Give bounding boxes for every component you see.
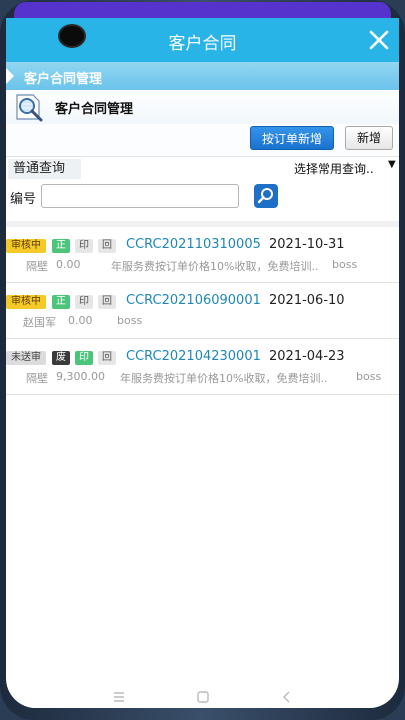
contract-row[interactable]: 审核中 正 印 回 CCRC202106090001 2021-06-10 赵国… xyxy=(6,283,399,339)
contract-code[interactable]: CCRC202104230001 xyxy=(126,349,261,364)
app-screen: 客户合同 客户合同管理 客户合同管理 按订单新增 新增 普通查询 选择常用查询.… xyxy=(6,18,399,708)
dropdown-arrow-icon[interactable]: ▼ xyxy=(388,159,396,170)
return-badge: 回 xyxy=(98,239,116,253)
module-title: 客户合同管理 xyxy=(55,102,134,117)
search-input[interactable] xyxy=(41,184,239,208)
close-icon[interactable] xyxy=(367,28,391,52)
query-bar: 普通查询 选择常用查询.. ▼ xyxy=(6,156,399,181)
contract-row[interactable]: 未送审 废 印 回 CCRC202104230001 2021-04-23 隔壁… xyxy=(6,339,399,395)
menu-icon[interactable] xyxy=(112,690,126,704)
contract-magnifier-icon xyxy=(16,94,43,122)
action-toolbar: 按订单新增 新增 xyxy=(6,124,399,154)
search-row: 编号 xyxy=(6,180,399,220)
system-nav-bar xyxy=(6,686,399,708)
breadcrumb: 客户合同管理 xyxy=(6,62,399,90)
add-button[interactable]: 新增 xyxy=(345,126,393,150)
return-badge: 回 xyxy=(98,295,116,309)
type-badge: 正 xyxy=(52,239,70,253)
contract-owner: boss xyxy=(332,258,358,271)
type-badge: 正 xyxy=(52,295,70,309)
search-label: 编号 xyxy=(10,192,37,207)
breadcrumb-label: 客户合同管理 xyxy=(24,72,103,87)
contract-amount: 0.00 xyxy=(56,258,81,271)
status-badge: 审核中 xyxy=(6,239,46,253)
contract-date: 2021-06-10 xyxy=(269,293,345,308)
status-badge: 未送审 xyxy=(6,351,46,365)
contract-description: 年服务费按订单价格10%收取，免费培训.. xyxy=(120,372,328,385)
tab-normal-query[interactable]: 普通查询 xyxy=(8,159,81,179)
contract-owner: boss xyxy=(117,314,143,327)
saved-query-select[interactable]: 选择常用查询.. xyxy=(294,160,374,177)
customer-name: 隔壁 xyxy=(26,260,48,273)
contract-list: 审核中 正 印 回 CCRC202110310005 2021-10-31 隔壁… xyxy=(6,227,399,395)
front-camera xyxy=(58,24,86,48)
print-badge: 印 xyxy=(75,351,93,365)
type-badge: 废 xyxy=(52,351,70,365)
print-badge: 印 xyxy=(75,239,93,253)
contract-date: 2021-04-23 xyxy=(269,349,345,364)
print-badge: 印 xyxy=(75,295,93,309)
contract-row[interactable]: 审核中 正 印 回 CCRC202110310005 2021-10-31 隔壁… xyxy=(6,227,399,283)
back-icon[interactable] xyxy=(280,690,294,704)
status-bar xyxy=(14,2,391,18)
contract-code[interactable]: CCRC202110310005 xyxy=(126,237,261,252)
contract-amount: 9,300.00 xyxy=(56,370,105,383)
return-badge: 回 xyxy=(98,351,116,365)
add-by-order-button[interactable]: 按订单新增 xyxy=(250,126,334,150)
customer-name: 赵国军 xyxy=(23,316,56,329)
home-icon[interactable] xyxy=(196,690,210,704)
contract-code[interactable]: CCRC202106090001 xyxy=(126,293,261,308)
contract-owner: boss xyxy=(356,370,382,383)
contract-description: 年服务费按订单价格10%收取，免费培训.. xyxy=(111,260,319,273)
module-header: 客户合同管理 xyxy=(6,90,399,124)
contract-date: 2021-10-31 xyxy=(269,237,345,252)
chevron-right-icon xyxy=(6,68,14,84)
customer-name: 隔壁 xyxy=(26,372,48,385)
status-badge: 审核中 xyxy=(6,295,46,309)
search-icon[interactable] xyxy=(254,184,278,208)
contract-amount: 0.00 xyxy=(68,314,93,327)
